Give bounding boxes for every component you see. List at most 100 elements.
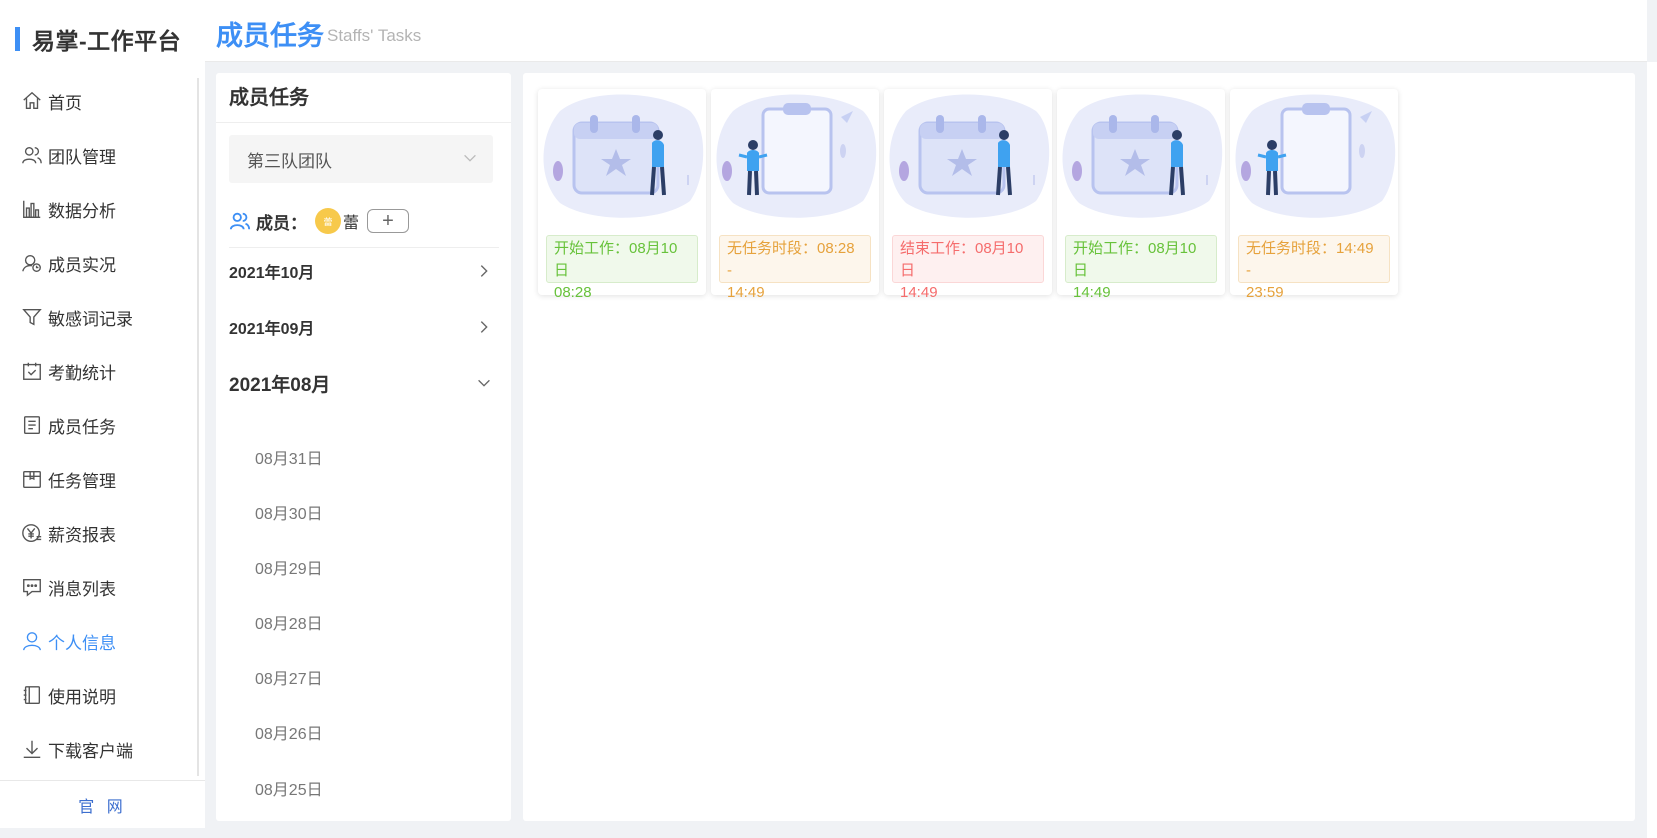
day-item[interactable]: 08月25日 [255,776,323,800]
calendar-person-illustration [543,94,704,218]
month-label: 2021年08月 [229,374,331,396]
task-status-tag: 无任务时段：14:49 - 23:59 [1238,235,1390,301]
window-edge [1647,62,1657,838]
bar-chart-icon [20,197,44,221]
brand-accent-bar [15,27,20,51]
sidebar-scrollbar[interactable] [197,78,199,776]
sidebar-item-label: 下载客户端 [48,741,133,761]
task-status-line: 结束工作：08月10日 [900,240,1024,279]
sidebar-item-label: 薪资报表 [48,525,116,545]
clipboard-person-illustration [716,94,877,218]
task-card[interactable]: 开始工作：08月10日 08:28 [538,89,706,301]
task-card[interactable]: 结束工作：08月10日 14:49 [884,89,1052,301]
team-select[interactable]: 第三队团队 [229,135,493,183]
task-status-time: 08:28 [554,284,592,301]
sidebar-item-team[interactable]: 团队管理 [0,128,205,182]
sidebar-item-sensitive-words[interactable]: 敏感词记录 [0,290,205,344]
member-name[interactable]: 蕾 [343,209,359,233]
task-card[interactable]: 无任务时段：14:49 - 23:59 [1230,89,1398,301]
sidebar-item-label: 数据分析 [48,201,116,221]
sidebar-item-label: 团队管理 [48,147,116,167]
sidebar-item-label: 任务管理 [48,471,116,491]
chevron-down-icon [478,379,490,387]
members-icon [229,212,251,230]
sidebar-item-label: 考勤统计 [48,363,116,383]
task-cards-area: 开始工作：08月10日 08:28 无任务时段：08:28 - 14:49 结束… [523,73,1635,821]
team-icon [20,143,44,167]
sidebar-item-label: 使用说明 [48,687,116,707]
sidebar-item-task-management[interactable]: 任务管理 [0,452,205,506]
sidebar-item-personal-info[interactable]: 个人信息 [0,614,205,668]
add-member-button[interactable]: + [367,209,410,233]
filter-icon [20,305,44,329]
chevron-right-icon [480,321,488,333]
task-status-time: 23:59 [1246,284,1284,301]
sidebar-item-data-analysis[interactable]: 数据分析 [0,182,205,236]
user-icon [20,629,44,653]
task-status-line: 无任务时段：08:28 - [727,240,855,279]
box-icon [20,467,44,491]
sidebar-item-messages[interactable]: 消息列表 [0,560,205,614]
team-select-value: 第三队团队 [247,151,332,171]
month-label: 2021年09月 [229,321,315,338]
sidebar-item-salary-report[interactable]: 薪资报表 [0,506,205,560]
task-status-tag: 开始工作：08月10日 08:28 [546,235,698,301]
members-row: 成员： 蕾 蕾 + [229,203,499,239]
brand-name: 易掌-工作平台 [32,28,182,54]
sidebar-item-label: 成员实况 [48,255,116,275]
task-status-line: 无任务时段：14:49 - [1246,240,1374,279]
task-card[interactable]: 开始工作：08月10日 14:49 [1057,89,1225,301]
day-item[interactable]: 08月26日 [255,720,323,744]
sidebar-item-label: 成员任务 [48,417,116,437]
panel-title: 成员任务 [216,73,511,123]
message-icon [20,575,44,599]
task-status-time: 14:49 [900,284,938,301]
day-item[interactable]: 08月28日 [255,610,323,634]
sidebar-item-home[interactable]: 首页 [0,74,205,128]
month-label: 2021年10月 [229,265,315,282]
sidebar-item-instructions[interactable]: 使用说明 [0,668,205,722]
month-item-2021-10[interactable]: 2021年10月 [229,253,493,289]
yuan-icon [20,521,44,545]
notebook-icon [20,683,44,707]
official-site-link[interactable]: 官 网 [0,780,205,828]
chevron-down-icon [464,154,476,162]
task-status-tag: 无任务时段：08:28 - 14:49 [719,235,871,301]
brand: 易掌-工作平台 [15,24,181,54]
avatar[interactable]: 蕾 [315,208,341,234]
calendar-person-illustration [889,94,1050,218]
chevron-right-icon [480,265,488,277]
page-title: 成员任务 [216,21,324,51]
sidebar: 易掌-工作平台 首页 团队管理 数据分析 成员实况 敏感词记录 考勤统计 成员任… [0,0,205,828]
day-item[interactable]: 08月30日 [255,500,323,524]
day-item[interactable]: 08月29日 [255,555,323,579]
task-list-icon [20,413,44,437]
month-item-2021-09[interactable]: 2021年09月 [229,309,493,345]
calendar-check-icon [20,359,44,383]
sidebar-item-label: 敏感词记录 [48,309,133,329]
sidebar-item-label: 首页 [48,93,82,113]
members-label: 成员： [256,213,307,233]
member-task-panel: 成员任务 第三队团队 成员： 蕾 蕾 + 2021年10月 2021年09月 2… [216,73,511,821]
task-status-line: 开始工作：08月10日 [554,240,678,279]
task-card[interactable]: 无任务时段：08:28 - 14:49 [711,89,879,301]
divider [229,247,499,248]
member-status-icon [20,251,44,275]
download-icon [20,737,44,761]
sidebar-item-label: 个人信息 [48,633,116,653]
sidebar-item-download-client[interactable]: 下载客户端 [0,722,205,776]
sidebar-nav: 首页 团队管理 数据分析 成员实况 敏感词记录 考勤统计 成员任务 任务管理 薪… [0,74,205,776]
page-header: 成员任务 Staffs' Tasks [205,0,1647,62]
sidebar-item-member-status[interactable]: 成员实况 [0,236,205,290]
task-status-tag: 结束工作：08月10日 14:49 [892,235,1044,301]
calendar-person-illustration [1062,94,1223,218]
day-item[interactable]: 08月27日 [255,665,323,689]
day-item[interactable]: 08月31日 [255,445,323,469]
sidebar-item-attendance[interactable]: 考勤统计 [0,344,205,398]
task-status-tag: 开始工作：08月10日 14:49 [1065,235,1217,301]
task-status-line: 开始工作：08月10日 [1073,240,1197,279]
sidebar-item-member-tasks[interactable]: 成员任务 [0,398,205,452]
page-subtitle: Staffs' Tasks [327,26,422,45]
month-item-2021-08[interactable]: 2021年08月 [229,364,493,402]
clipboard-person-illustration [1235,94,1396,218]
